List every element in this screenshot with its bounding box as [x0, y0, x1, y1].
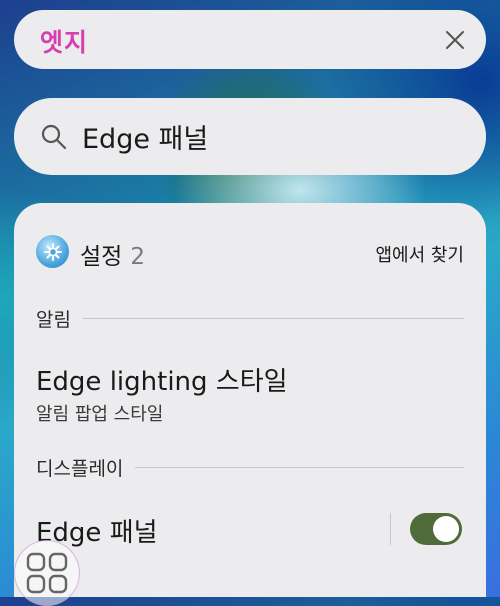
- search-bar[interactable]: [14, 98, 486, 175]
- toggle-knob: [433, 516, 459, 542]
- app-name-label: 설정: [80, 244, 123, 270]
- edge-panel-toggle[interactable]: [410, 513, 462, 545]
- apps-button[interactable]: [14, 540, 80, 606]
- result-title: Edge lighting 스타일: [36, 367, 288, 397]
- search-icon: [41, 124, 67, 150]
- toggle-divider: [390, 513, 391, 545]
- result-item-edge-lighting[interactable]: Edge lighting 스타일 알림 팝업 스타일: [36, 361, 464, 426]
- find-in-app-link[interactable]: 앱에서 찾기: [375, 241, 464, 267]
- section-header-label: 디스플레이: [36, 457, 124, 480]
- app-title: 엣지: [40, 28, 89, 57]
- section-header-notifications: 알림: [36, 306, 464, 331]
- divider: [135, 466, 464, 468]
- results-card: 설정 2 앱에서 찾기 알림 Edge lighting 스타일 알림 팝업 스타…: [14, 203, 486, 597]
- close-icon: [446, 31, 464, 49]
- apps-grid-icon: [26, 552, 68, 594]
- settings-app-icon: [36, 235, 69, 268]
- section-header-label: 알림: [36, 308, 71, 331]
- section-header-display: 디스플레이: [36, 455, 464, 480]
- divider: [82, 317, 464, 319]
- result-item-edge-panel[interactable]: Edge 패널: [36, 512, 366, 549]
- result-count: 2: [130, 244, 145, 270]
- result-title: Edge 패널: [36, 518, 158, 548]
- result-app-name[interactable]: 설정 2: [80, 237, 145, 271]
- gear-icon: [43, 242, 62, 261]
- result-subtitle: 알림 팝업 스타일: [36, 404, 164, 425]
- search-input[interactable]: [82, 114, 442, 158]
- close-button[interactable]: [442, 27, 468, 53]
- app-bar: 엣지: [14, 10, 486, 69]
